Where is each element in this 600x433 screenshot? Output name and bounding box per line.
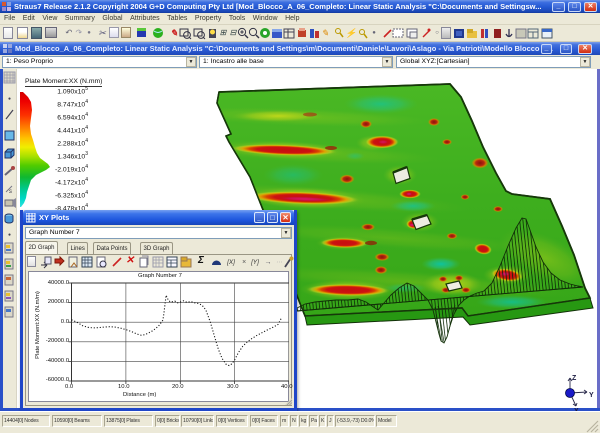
svg-text:Z: Z [572,375,577,382]
svg-text:Y: Y [589,392,594,399]
